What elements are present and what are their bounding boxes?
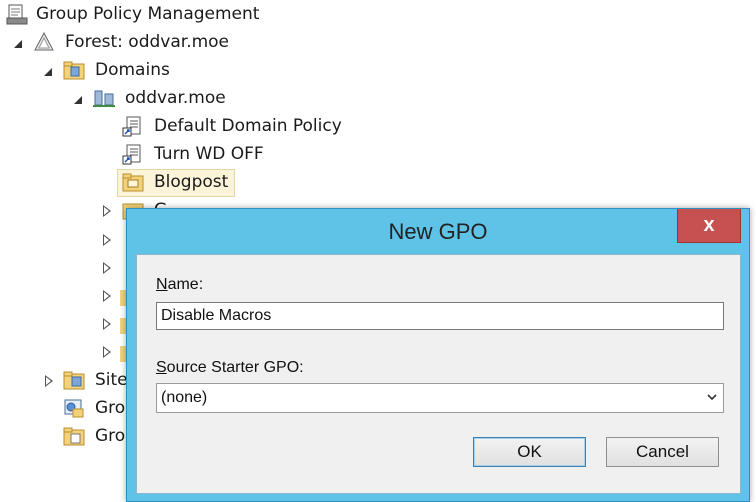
tree-label: Gro xyxy=(95,426,126,446)
expand-arrow-icon[interactable] xyxy=(43,375,55,387)
cancel-button[interactable]: Cancel xyxy=(606,437,719,467)
ou-folder-icon xyxy=(122,173,144,192)
ok-button[interactable]: OK xyxy=(473,437,586,467)
gpo-link-icon xyxy=(122,144,141,165)
collapse-arrow-icon[interactable] xyxy=(72,94,84,106)
expand-arrow-icon[interactable] xyxy=(101,318,113,330)
tree-label: Turn WD OFF xyxy=(154,144,264,164)
tree-node-sites[interactable]: Site xyxy=(0,366,128,394)
group-policy-management-icon xyxy=(6,4,28,25)
tree-node-domains[interactable]: Domains xyxy=(0,56,300,84)
gpo-link-icon xyxy=(122,116,141,137)
results-folder-icon xyxy=(63,427,85,446)
tree-node-group-policy-results[interactable]: Gro xyxy=(0,422,126,450)
close-button[interactable]: x xyxy=(677,209,741,243)
close-icon: x xyxy=(703,214,715,236)
tree-node-default-domain-policy[interactable]: Default Domain Policy xyxy=(0,112,360,140)
tree-label: Domains xyxy=(95,60,170,80)
tree-node-domain-oddvar[interactable]: oddvar.moe xyxy=(0,84,300,112)
domains-folder-icon xyxy=(63,61,85,80)
tree-node-group-policy-management[interactable]: Group Policy Management xyxy=(0,0,300,28)
expand-arrow-icon[interactable] xyxy=(101,205,113,217)
new-gpo-dialog: New GPO x Name: Source Starter GPO: (non… xyxy=(126,208,750,502)
name-input[interactable] xyxy=(156,302,724,330)
tree-node-group-policy-modeling[interactable]: Gro xyxy=(0,394,126,422)
dialog-title: New GPO xyxy=(388,219,488,244)
tree-label: oddvar.moe xyxy=(125,88,226,108)
tree-node-hidden-1[interactable]: G xyxy=(0,196,167,224)
tree-label: Site xyxy=(95,370,128,390)
tree-node-blogpost[interactable]: Blogpost xyxy=(0,168,300,197)
tree-label: Forest: oddvar.moe xyxy=(65,32,230,52)
tree-label: Blogpost xyxy=(154,172,229,192)
modeling-icon xyxy=(64,399,84,418)
domain-icon xyxy=(93,90,115,107)
sites-folder-icon xyxy=(63,371,85,390)
source-starter-gpo-label: Source Starter GPO: xyxy=(156,359,304,376)
collapse-arrow-icon[interactable] xyxy=(12,38,24,50)
tree-label: Default Domain Policy xyxy=(154,116,342,136)
source-starter-gpo-select[interactable]: (none) xyxy=(156,383,724,413)
expand-arrow-icon[interactable] xyxy=(101,346,113,358)
expand-arrow-icon[interactable] xyxy=(101,262,113,274)
tree-node-forest[interactable]: Forest: oddvar.moe xyxy=(0,28,300,56)
chevron-down-icon xyxy=(707,394,717,401)
name-label: Name: xyxy=(156,276,204,293)
expand-arrow-icon[interactable] xyxy=(101,290,113,302)
dialog-body: Name: Source Starter GPO: (none) OK Canc… xyxy=(136,254,741,494)
selected-value: (none) xyxy=(161,389,208,406)
forest-icon xyxy=(34,31,54,51)
tree-label: Gro xyxy=(95,398,126,418)
expand-arrow-icon[interactable] xyxy=(101,234,113,246)
tree-label: Group Policy Management xyxy=(36,4,260,24)
tree-node-turn-wd-off[interactable]: Turn WD OFF xyxy=(0,140,300,168)
collapse-arrow-icon[interactable] xyxy=(42,66,54,78)
